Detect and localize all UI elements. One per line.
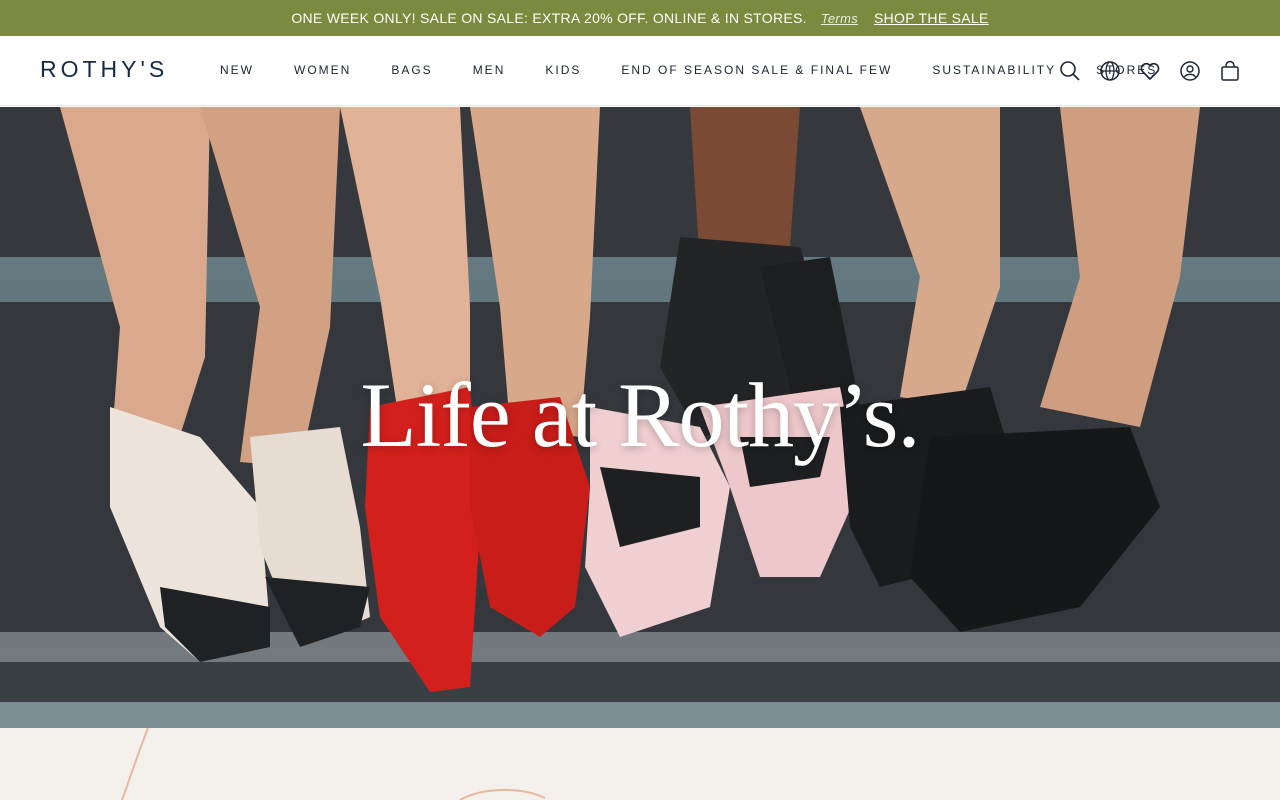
nav-item-end-of-season-sale[interactable]: END OF SEASON SALE & FINAL FEW xyxy=(621,63,892,77)
nav-item-bags[interactable]: BAGS xyxy=(391,63,432,77)
nav-item-men[interactable]: MEN xyxy=(473,63,506,77)
header-icons xyxy=(1057,58,1243,84)
shop-the-sale-link[interactable]: SHOP THE SALE xyxy=(874,10,989,26)
promo-banner: ONE WEEK ONLY! SALE ON SALE: EXTRA 20% O… xyxy=(0,0,1280,36)
search-icon[interactable] xyxy=(1057,58,1083,84)
nav-item-kids[interactable]: KIDS xyxy=(545,63,581,77)
hero-banner[interactable]: Life at Rothy’s. xyxy=(0,107,1280,728)
decorative-line-art xyxy=(121,728,546,800)
nav-item-sustainability[interactable]: SUSTAINABILITY xyxy=(932,63,1056,77)
hero-title: Life at Rothy’s. xyxy=(360,364,921,466)
rothys-logo[interactable]: ROTHY'S xyxy=(40,56,168,83)
nav-item-women[interactable]: WOMEN xyxy=(294,63,351,77)
content-section xyxy=(0,728,1280,800)
main-nav: NEW WOMEN BAGS MEN KIDS END OF SEASON SA… xyxy=(220,63,1197,77)
nav-item-new[interactable]: NEW xyxy=(220,63,254,77)
promo-message: ONE WEEK ONLY! SALE ON SALE: EXTRA 20% O… xyxy=(291,10,807,26)
site-header: ROTHY'S NEW WOMEN BAGS MEN KIDS END OF S… xyxy=(0,36,1280,106)
bag-icon[interactable] xyxy=(1217,58,1243,84)
account-icon[interactable] xyxy=(1177,58,1203,84)
heart-icon[interactable] xyxy=(1137,58,1163,84)
promo-terms-link[interactable]: Terms xyxy=(821,11,858,26)
globe-icon[interactable] xyxy=(1097,58,1123,84)
